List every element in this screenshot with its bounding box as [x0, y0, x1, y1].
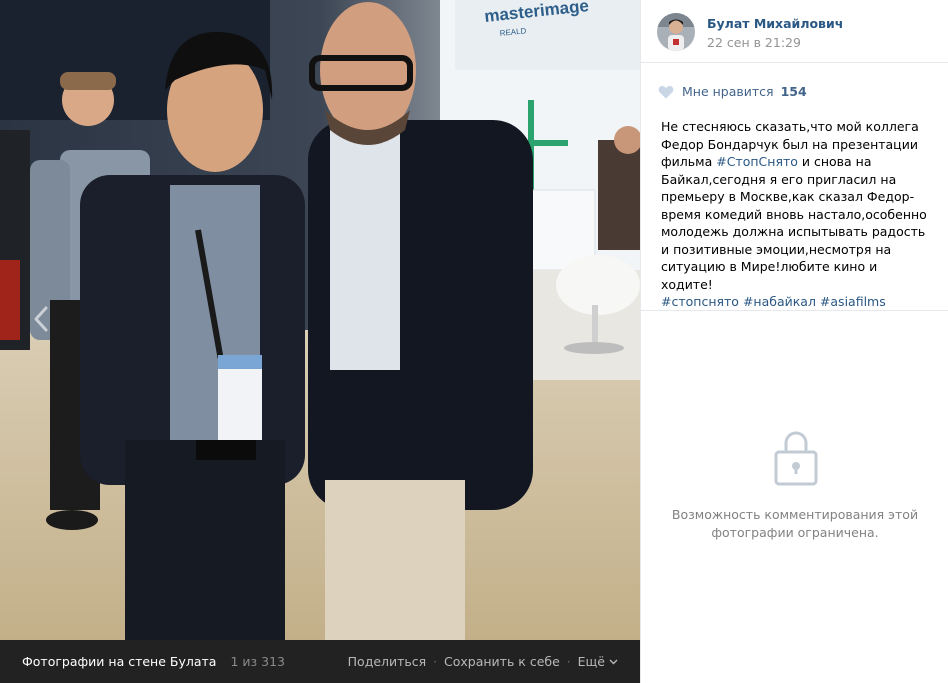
hashtag-link[interactable]: #набайкал: [743, 294, 816, 309]
chevron-down-icon: [609, 659, 618, 664]
album-title-link[interactable]: Фотографии на стене Булата: [22, 654, 216, 669]
author-header: Булат Михайлович 22 сен в 21:29: [641, 0, 948, 63]
bar-separator: ·: [433, 654, 438, 669]
more-button[interactable]: Ещё: [578, 654, 618, 669]
like-label: Мне нравится: [682, 84, 774, 99]
comments-closed-notice: Возможность комментирования этой фотогра…: [671, 507, 919, 540]
bar-separator: ·: [566, 654, 571, 669]
like-button[interactable]: Мне нравится 154: [658, 84, 807, 99]
post-text: Не стесняюсь сказать,что мой коллега Фед…: [661, 118, 931, 311]
hashtag-link[interactable]: #СтопСнято: [716, 154, 798, 169]
share-button[interactable]: Поделиться: [348, 654, 427, 669]
more-button-label: Ещё: [577, 654, 605, 669]
post-text-part: и снова на Байкал,сегодня я его пригласи…: [661, 154, 927, 292]
hashtag-link[interactable]: #стопснято: [661, 294, 739, 309]
viewer-bottom-bar: Фотографии на стене Булата 1 из 313 Поде…: [0, 640, 640, 683]
hashtag-link[interactable]: #asiafilms: [820, 294, 886, 309]
prev-photo-icon[interactable]: [30, 304, 52, 334]
photo-sidebar: Булат Михайлович 22 сен в 21:29 Мне нрав…: [640, 0, 948, 683]
post-date-link[interactable]: 22 сен в 21:29: [707, 35, 801, 50]
like-count: 154: [780, 84, 807, 99]
author-name-link[interactable]: Булат Михайлович: [707, 16, 843, 31]
photo-viewer: masterimage REALD Фотографии на стене Бу…: [0, 0, 640, 683]
save-to-self-button[interactable]: Сохранить к себе: [444, 654, 560, 669]
heart-icon: [658, 85, 674, 98]
photo-image[interactable]: masterimage REALD: [0, 0, 640, 640]
lock-icon: [774, 431, 818, 486]
author-avatar[interactable]: [657, 13, 695, 51]
photo-counter: 1 из 313: [230, 654, 285, 669]
section-divider: [641, 310, 948, 311]
